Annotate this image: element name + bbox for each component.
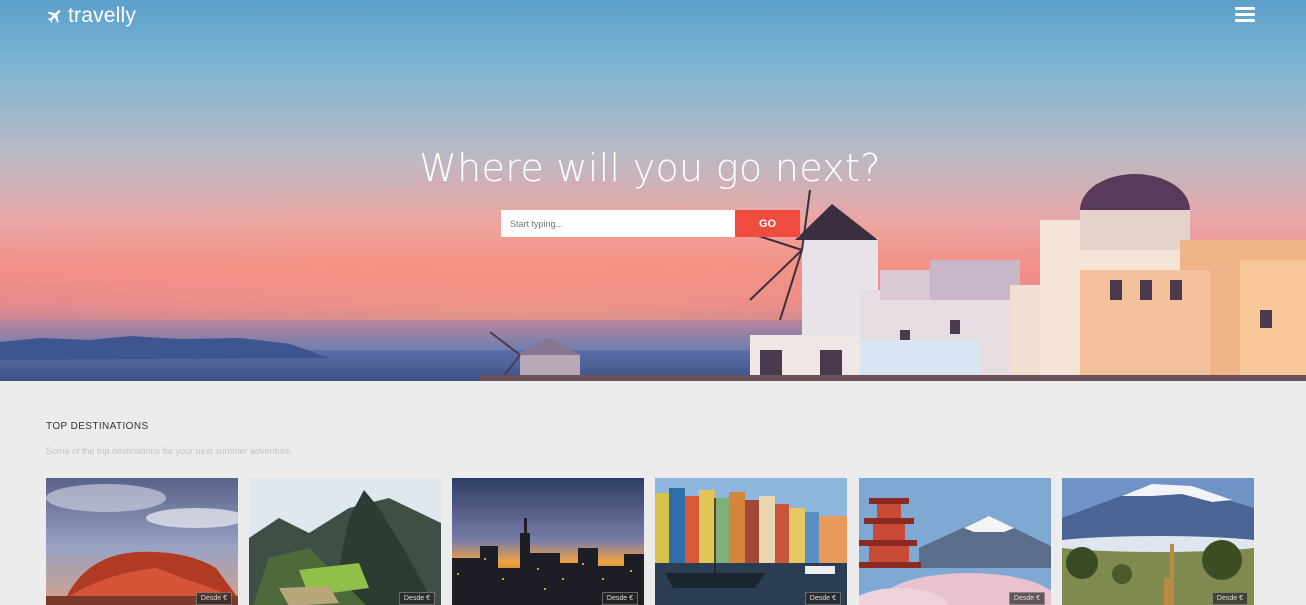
uluru-image bbox=[46, 478, 238, 605]
price-badge: Desde € bbox=[398, 592, 435, 605]
go-button[interactable]: GO bbox=[735, 210, 800, 237]
price-badge: Desde € bbox=[1211, 592, 1248, 605]
santorini-village bbox=[480, 174, 1306, 381]
price-badge: Desde € bbox=[1008, 592, 1045, 605]
destination-card-uluru[interactable]: Desde € bbox=[46, 478, 238, 605]
logo-text: travelly bbox=[68, 4, 137, 27]
destination-search-input[interactable] bbox=[501, 210, 735, 237]
price-badge: Desde € bbox=[804, 592, 841, 605]
price-badge: Desde € bbox=[195, 592, 232, 605]
section-subtitle: Some of the top destinations for your ne… bbox=[46, 446, 293, 456]
copenhagen-harbor-image bbox=[655, 478, 847, 605]
destination-card-fuji-pagoda[interactable]: Desde € bbox=[859, 478, 1051, 605]
section-title: TOP DESTINATIONS bbox=[46, 421, 149, 432]
destination-card-machu-picchu[interactable]: Desde € bbox=[249, 478, 441, 605]
kilimanjaro-image bbox=[1062, 478, 1254, 605]
destination-card-copenhagen-harbor[interactable]: Desde € bbox=[655, 478, 847, 605]
machu-picchu-image bbox=[249, 478, 441, 605]
destination-card-city-skyline[interactable]: Desde € bbox=[452, 478, 644, 605]
fuji-pagoda-image bbox=[859, 478, 1051, 605]
destination-card-kilimanjaro[interactable]: Desde € bbox=[1062, 478, 1254, 605]
hamburger-menu-icon[interactable] bbox=[1235, 7, 1255, 23]
city-skyline-image bbox=[452, 478, 644, 605]
search-bar: GO bbox=[501, 210, 800, 237]
plane-icon bbox=[47, 10, 61, 23]
distant-hills bbox=[0, 336, 330, 360]
price-badge: Desde € bbox=[601, 592, 638, 605]
hero-banner: travelly Where will you go next? GO bbox=[0, 0, 1306, 381]
brand-logo[interactable]: travelly bbox=[46, 4, 136, 28]
hero-title: Where will you go next? bbox=[419, 146, 881, 190]
